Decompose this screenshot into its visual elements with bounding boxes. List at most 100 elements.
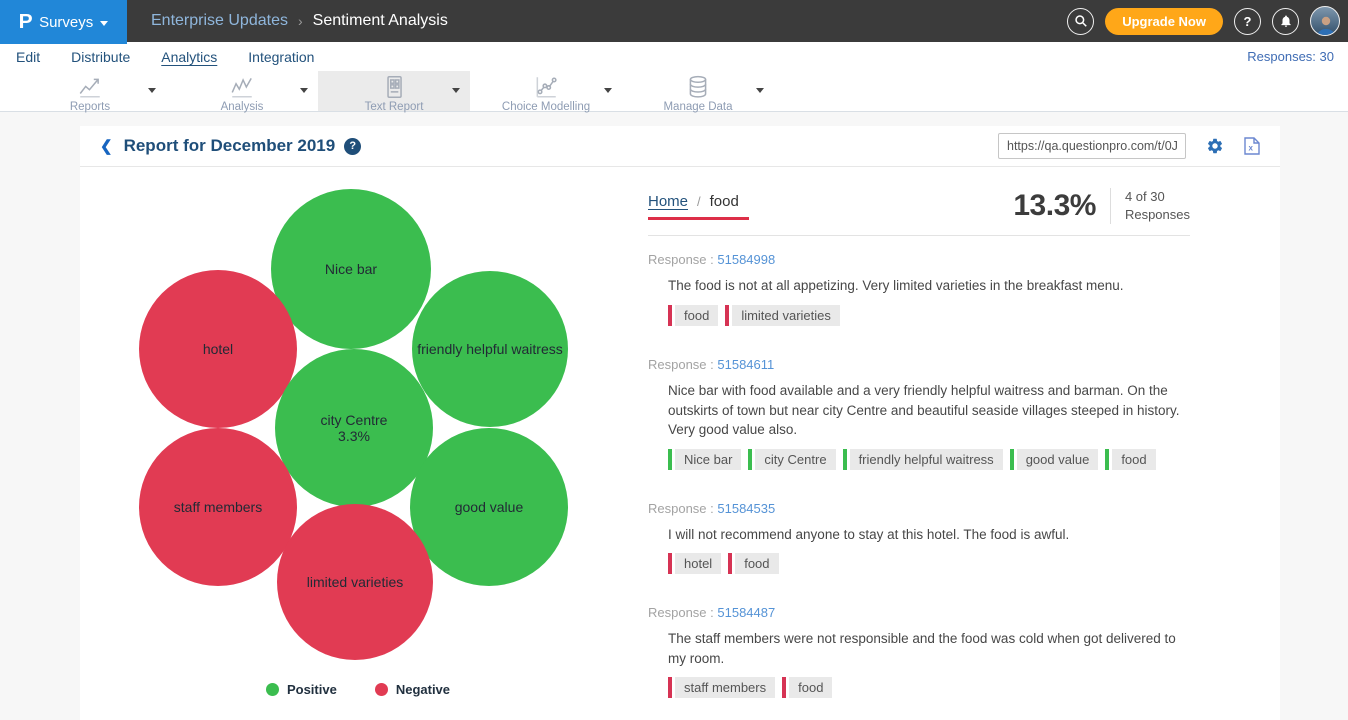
tag-food[interactable]: food (728, 553, 778, 574)
response-label: Response : (648, 252, 717, 267)
export-excel-icon[interactable]: x (1244, 137, 1260, 155)
menu-item-analytics[interactable]: Analytics (161, 49, 217, 65)
bubble-city-centre[interactable]: city Centre3.3% (275, 349, 433, 507)
tag-label: food (675, 305, 718, 326)
bubble-friendly-helpful-waitress[interactable]: friendly helpful waitress (412, 271, 568, 427)
chevron-down-icon[interactable] (452, 88, 460, 93)
tag-sentiment-bar (668, 305, 672, 326)
tag-hotel[interactable]: hotel (668, 553, 721, 574)
response-header: Response : 51584998 (648, 252, 1190, 267)
menu-item-edit[interactable]: Edit (16, 49, 40, 65)
questionpro-logo[interactable]: P Surveys (0, 0, 127, 44)
bubble-nice-bar[interactable]: Nice bar (271, 189, 431, 349)
response-tags: food limited varieties (668, 305, 1190, 326)
toolbar-item-reports[interactable]: Reports (14, 71, 166, 111)
toolbar-item-text-report[interactable]: Text Report (318, 71, 470, 111)
svg-text:x: x (1249, 144, 1254, 153)
analytics-toolbar: ReportsAnalysisText ReportChoice Modelli… (0, 71, 1348, 112)
bubble-label: limited varieties (307, 574, 403, 590)
bubble-hotel[interactable]: hotel (139, 270, 297, 428)
toolbar-item-manage-data[interactable]: Manage Data (622, 71, 774, 111)
legend-item-negative[interactable]: Negative (375, 682, 450, 697)
stat-divider (1110, 188, 1111, 224)
choice-modelling-icon (533, 74, 559, 100)
breadcrumb-survey-name[interactable]: Enterprise Updates (151, 12, 288, 30)
chevron-down-icon[interactable] (148, 88, 156, 93)
tag-label: food (789, 677, 832, 698)
response-text: The food is not at all appetizing. Very … (668, 276, 1180, 296)
bell-icon[interactable] (1272, 8, 1299, 35)
topic-stats: 13.3% 4 of 30 Responses (1013, 188, 1190, 224)
tag-label: Nice bar (675, 449, 741, 470)
breadcrumb-separator: › (298, 13, 303, 29)
content-area: ❮ Report for December 2019 ? x (0, 112, 1348, 690)
upgrade-now-button[interactable]: Upgrade Now (1105, 8, 1223, 35)
tag-good-value[interactable]: good value (1010, 449, 1099, 470)
response-header: Response : 51584487 (648, 605, 1190, 620)
response-id-link[interactable]: 51584487 (717, 605, 775, 620)
tag-label: staff members (675, 677, 775, 698)
report-header: ❮ Report for December 2019 ? x (80, 126, 1280, 167)
topic-breadcrumb-separator: / (697, 194, 701, 209)
response-id-link[interactable]: 51584535 (717, 501, 775, 516)
tag-label: limited varieties (732, 305, 840, 326)
tag-sentiment-bar (1105, 449, 1109, 470)
response-tags: Nice bar city Centre friendly helpful wait… (668, 449, 1190, 470)
page-title: Report for December 2019 (124, 136, 336, 156)
reports-chart-icon (77, 74, 103, 100)
responses-count[interactable]: Responses: 30 (1247, 49, 1334, 64)
chevron-down-icon[interactable] (300, 88, 308, 93)
topic-percentage: 13.3% (1013, 189, 1096, 223)
response-item: Response : 51584998 The food is not at al… (648, 252, 1190, 326)
tag-sentiment-bar (748, 449, 752, 470)
surveys-menu[interactable]: Surveys (39, 14, 93, 31)
responses-list: Response : 51584998 The food is not at al… (648, 252, 1190, 698)
legend-item-positive[interactable]: Positive (266, 682, 337, 697)
bubble-good-value[interactable]: good value (410, 428, 568, 586)
tag-food[interactable]: food (668, 305, 718, 326)
tag-food[interactable]: food (1105, 449, 1155, 470)
tag-city-centre[interactable]: city Centre (748, 449, 835, 470)
bubble-label: staff members (174, 499, 262, 515)
bubble-label: hotel (203, 341, 233, 357)
title-help-icon[interactable]: ? (344, 138, 361, 155)
tag-nice-bar[interactable]: Nice bar (668, 449, 741, 470)
settings-gear-icon[interactable] (1206, 137, 1224, 155)
chevron-down-icon[interactable] (756, 88, 764, 93)
bubble-staff-members[interactable]: staff members (139, 428, 297, 586)
avatar[interactable] (1310, 6, 1340, 36)
legend-dot-icon (266, 683, 279, 696)
search-icon[interactable] (1067, 8, 1094, 35)
home-link[interactable]: Home (648, 193, 688, 210)
toolbar-item-choice-modelling[interactable]: Choice Modelling (470, 71, 622, 111)
menu-item-distribute[interactable]: Distribute (71, 49, 130, 65)
response-id-link[interactable]: 51584611 (717, 357, 774, 372)
chevron-down-icon[interactable] (604, 88, 612, 93)
survey-menubar: Edit Distribute Analytics Integration Respo… (0, 42, 1348, 71)
tag-sentiment-bar (843, 449, 847, 470)
chart-legend: Positive Negative (88, 682, 628, 697)
tag-food[interactable]: food (782, 677, 832, 698)
legend-dot-icon (375, 683, 388, 696)
bubble-limited-varieties[interactable]: limited varieties (277, 504, 433, 660)
tag-staff-members[interactable]: staff members (668, 677, 775, 698)
bubble-label: city Centre (321, 412, 388, 428)
menu-item-integration[interactable]: Integration (248, 49, 314, 65)
tag-label: food (1112, 449, 1155, 470)
response-header: Response : 51584535 (648, 501, 1190, 516)
response-tags: staff members food (668, 677, 1190, 698)
response-id-link[interactable]: 51584998 (717, 252, 775, 267)
share-url-input[interactable] (998, 133, 1186, 159)
back-button[interactable]: ❮ (100, 137, 113, 155)
response-text: The staff members were not responsible a… (668, 629, 1180, 668)
tag-label: hotel (675, 553, 721, 574)
help-icon[interactable]: ? (1234, 8, 1261, 35)
legend-label: Positive (287, 682, 337, 697)
tag-label: city Centre (755, 449, 835, 470)
toolbar-item-analysis[interactable]: Analysis (166, 71, 318, 111)
manage-data-icon (685, 74, 711, 100)
tag-sentiment-bar (728, 553, 732, 574)
topbar: P Surveys Enterprise Updates › Sentiment… (0, 0, 1348, 42)
tag-limited-varieties[interactable]: limited varieties (725, 305, 840, 326)
tag-friendly-helpful-waitress[interactable]: friendly helpful waitress (843, 449, 1003, 470)
